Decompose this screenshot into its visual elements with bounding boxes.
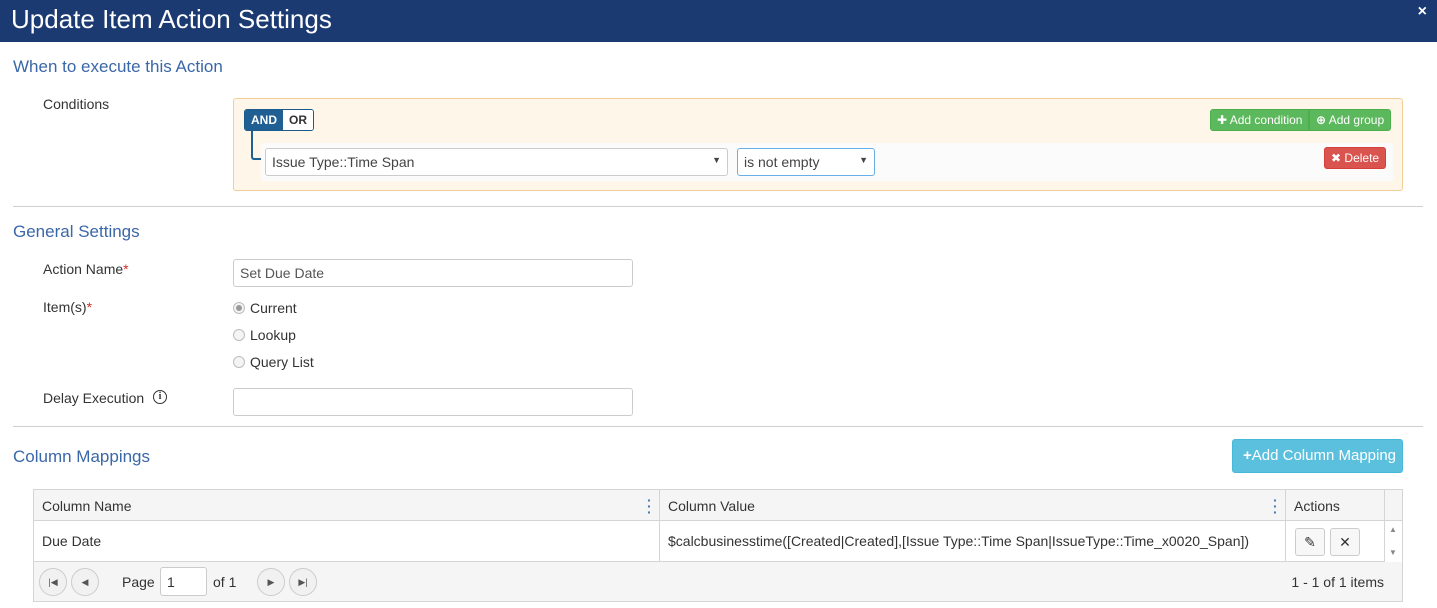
or-button[interactable]: OR xyxy=(283,110,313,130)
page-number-input[interactable]: 1 xyxy=(160,567,207,596)
page-label: Page xyxy=(122,574,155,590)
radio-button[interactable] xyxy=(233,356,245,368)
plus-icon: ✚ xyxy=(1217,113,1228,127)
first-page-icon[interactable]: |◀ xyxy=(39,568,67,596)
radio-query-list[interactable]: Query List xyxy=(233,352,314,372)
items-label-text: Item(s) xyxy=(43,299,87,315)
caret-down-icon: ▼ xyxy=(859,155,868,165)
action-name-value: Set Due Date xyxy=(240,265,325,281)
page-number-value: 1 xyxy=(167,574,175,590)
required-marker: * xyxy=(123,261,129,277)
and-button[interactable]: AND xyxy=(245,110,283,130)
next-page-icon[interactable]: ▶ xyxy=(257,568,285,596)
radio-label: Query List xyxy=(250,354,314,370)
column-mappings-grid: Column Name · · · Column Value · · · Actions… xyxy=(33,489,1403,602)
general-section-title: General Settings xyxy=(13,222,140,241)
cell-column-value: $calcbusinesstime([Created|Created],[Iss… xyxy=(660,521,1286,562)
conditions-label: Conditions xyxy=(43,96,110,112)
section-divider xyxy=(13,206,1423,207)
scroll-down-icon[interactable]: ▼ xyxy=(1389,548,1397,557)
column-menu-icon[interactable]: · · · xyxy=(647,493,652,519)
action-name-input[interactable]: Set Due Date xyxy=(233,259,633,287)
and-or-toggle: AND OR xyxy=(244,109,314,131)
column-header-actions: Actions xyxy=(1286,490,1385,521)
info-icon[interactable]: i xyxy=(153,390,167,404)
add-condition-label: Add condition xyxy=(1229,113,1303,127)
column-header-value[interactable]: Column Value · · · xyxy=(660,490,1286,521)
dialog-title: Update Item Action Settings xyxy=(11,4,332,34)
field-select-value: Issue Type::Time Span xyxy=(272,154,415,170)
when-section-title: When to execute this Action xyxy=(13,57,223,76)
radio-button[interactable] xyxy=(233,302,245,314)
radio-button[interactable] xyxy=(233,329,245,341)
column-header-label: Actions xyxy=(1294,498,1340,514)
radio-lookup[interactable]: Lookup xyxy=(233,325,296,345)
dialog-titlebar: Update Item Action Settings × xyxy=(0,0,1437,42)
radio-label: Current xyxy=(250,300,297,316)
cell-actions: ✎ ✕ xyxy=(1286,521,1385,562)
items-label: Item(s)* xyxy=(43,299,92,315)
close-icon[interactable]: × xyxy=(1418,3,1427,21)
grid-header: Column Name · · · Column Value · · · Actions xyxy=(34,490,1402,521)
last-page-icon[interactable]: ▶| xyxy=(289,568,317,596)
prev-page-icon[interactable]: ◀ xyxy=(71,568,99,596)
section-divider xyxy=(13,426,1423,427)
field-select[interactable]: Issue Type::Time Span ▼ xyxy=(265,148,728,176)
delay-execution-label: Delay Execution xyxy=(43,390,145,406)
add-column-mapping-label: Add Column Mapping xyxy=(1251,447,1397,464)
edit-button[interactable]: ✎ xyxy=(1295,528,1325,556)
condition-rule-row: Issue Type::Time Span ▼ is not empty ▼ ✖… xyxy=(261,143,1393,181)
add-condition-button[interactable]: ✚ Add condition xyxy=(1210,109,1310,131)
add-group-button[interactable]: ⊕ Add group xyxy=(1309,109,1392,131)
vertical-scrollbar[interactable]: ▲ ▼ xyxy=(1385,521,1402,562)
column-mappings-title: Column Mappings xyxy=(13,447,151,466)
plus-circle-icon: ⊕ xyxy=(1316,113,1327,127)
radio-label: Lookup xyxy=(250,327,296,343)
action-name-label: Action Name* xyxy=(43,261,129,277)
column-menu-icon[interactable]: · · · xyxy=(1273,493,1278,519)
conditions-builder: AND OR ✚ Add condition ⊕ Add group Issue… xyxy=(233,98,1403,191)
column-header-label: Column Name xyxy=(42,498,132,514)
remove-button[interactable]: ✕ xyxy=(1330,528,1360,556)
table-row: Due Date $calcbusinesstime([Created|Crea… xyxy=(34,521,1402,562)
grid-pager: |◀ ◀ Page 1 of 1 ▶ ▶| 1 - 1 of 1 items xyxy=(34,562,1402,601)
delete-condition-button[interactable]: ✖ Delete xyxy=(1324,147,1387,169)
radio-current[interactable]: Current xyxy=(233,298,297,318)
scroll-up-icon[interactable]: ▲ xyxy=(1389,525,1397,534)
pager-summary: 1 - 1 of 1 items xyxy=(1291,574,1384,590)
caret-down-icon: ▼ xyxy=(712,155,721,165)
delay-execution-input[interactable] xyxy=(233,388,633,416)
add-group-label: Add group xyxy=(1328,113,1385,127)
pencil-icon: ✎ xyxy=(1304,534,1316,550)
cell-column-name: Due Date xyxy=(34,521,660,562)
column-header-label: Column Value xyxy=(668,498,755,514)
delete-label: Delete xyxy=(1344,151,1380,165)
operator-select[interactable]: is not empty ▼ xyxy=(737,148,875,176)
delete-x-icon: ✖ xyxy=(1331,151,1342,165)
plus-icon: + xyxy=(1243,447,1252,464)
page-of-label: of 1 xyxy=(213,574,237,590)
close-icon: ✕ xyxy=(1339,534,1351,550)
required-marker: * xyxy=(86,299,93,315)
add-column-mapping-button[interactable]: +Add Column Mapping xyxy=(1232,439,1403,473)
operator-select-value: is not empty xyxy=(744,154,820,170)
column-header-name[interactable]: Column Name · · · xyxy=(34,490,660,521)
action-name-label-text: Action Name xyxy=(43,261,124,277)
